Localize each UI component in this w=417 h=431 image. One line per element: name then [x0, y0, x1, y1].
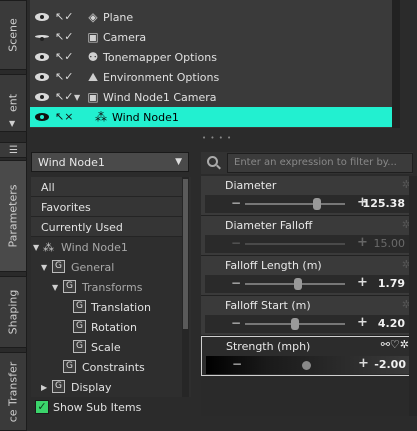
- param-slider[interactable]: − + 4.20: [205, 315, 409, 333]
- selectable-arrow-check-icon[interactable]: ↖✓: [55, 70, 73, 83]
- tree-item-display[interactable]: ▶ G Display: [31, 377, 183, 397]
- pane-splitter[interactable]: • • • •: [30, 132, 417, 142]
- tree-item-translation[interactable]: G Translation: [31, 297, 183, 317]
- param-slider[interactable]: − + 1.79: [205, 275, 409, 293]
- visibility-eye-icon[interactable]: [35, 113, 49, 121]
- property-group-tree: All Favorites Currently Used ▼ ⁂ Wind No…: [31, 177, 191, 397]
- tab-surface-transfer[interactable]: ce Transfer: [0, 352, 27, 431]
- expand-arrow-icon[interactable]: ▼: [74, 93, 80, 102]
- chevron-down-icon: ▼: [175, 157, 182, 167]
- param-slider[interactable]: − + 125.38: [205, 195, 409, 213]
- menu-icon: ☰: [9, 145, 18, 156]
- param-slider[interactable]: − + -2.00: [206, 356, 410, 374]
- expand-arrow-icon[interactable]: ▼: [41, 263, 47, 272]
- scene-row-environment[interactable]: ↖✓ ⛰ Environment Options: [30, 67, 400, 87]
- tab-menu[interactable]: ☰: [0, 142, 27, 158]
- plane-icon: ◈: [88, 10, 98, 24]
- decrement-button[interactable]: −: [231, 276, 241, 290]
- slider-track[interactable]: [245, 243, 345, 245]
- tree-item-currently-used[interactable]: Currently Used: [31, 217, 183, 237]
- search-icon[interactable]: [207, 156, 218, 167]
- expand-arrow-icon[interactable]: ▼: [33, 243, 39, 252]
- scene-row-wind-node[interactable]: ↖× ⁂ Wind Node1: [30, 107, 400, 127]
- visibility-closed-eye-icon[interactable]: [35, 35, 49, 41]
- selectable-arrow-x-icon[interactable]: ↖×: [55, 110, 73, 123]
- wind-node-icon: ⁂: [43, 241, 54, 254]
- tree-item-constraints[interactable]: G Constraints: [31, 357, 183, 377]
- tree-scrollbar[interactable]: [182, 177, 189, 397]
- selectable-arrow-check-icon[interactable]: ↖✓: [55, 50, 73, 63]
- selectable-arrow-check-icon[interactable]: ↖✓: [55, 30, 73, 43]
- param-strength: Strength (mph) ⚯♡✲ − + -2.00: [201, 336, 413, 376]
- param-diameter-falloff: Diameter Falloff ✲ − + 15.00: [201, 216, 413, 256]
- group-icon: G: [52, 380, 65, 393]
- tab-scene[interactable]: Scene: [0, 0, 27, 70]
- decrement-button[interactable]: −: [231, 316, 241, 330]
- splitter-grip-icon: • • • •: [202, 134, 233, 142]
- tree-item-all[interactable]: All: [31, 177, 183, 197]
- tree-item-rotation[interactable]: G Rotation: [31, 317, 183, 337]
- scene-row-camera[interactable]: ↖✓ ▣ Camera: [30, 27, 400, 47]
- camera-icon: ▣: [87, 90, 99, 104]
- tree-scrollbar-thumb[interactable]: [183, 179, 188, 329]
- group-icon: G: [63, 360, 76, 373]
- slider-track[interactable]: [245, 203, 345, 205]
- decrement-button[interactable]: −: [232, 357, 242, 371]
- checkbox-checked-icon[interactable]: ✓: [35, 400, 49, 414]
- visibility-eye-icon[interactable]: [35, 53, 49, 61]
- tab-parameters[interactable]: Parameters: [0, 160, 27, 272]
- collapse-arrow-icon: ▼: [9, 119, 16, 128]
- increment-button[interactable]: +: [358, 356, 369, 371]
- tonemapper-icon: ⚉: [87, 50, 99, 64]
- decrement-button[interactable]: −: [231, 196, 241, 210]
- camera-icon: ▣: [87, 30, 99, 44]
- selectable-arrow-check-icon[interactable]: ↖✓: [55, 90, 73, 103]
- scene-scrollbar[interactable]: [392, 0, 400, 128]
- filter-input[interactable]: Enter an expression to filter by...: [227, 153, 413, 173]
- expand-right-arrow-icon[interactable]: ▶: [41, 383, 47, 392]
- filter-bar: Enter an expression to filter by...: [201, 152, 413, 174]
- group-icon: G: [73, 340, 86, 353]
- scene-list: ↖✓ ◈ Plane ↖✓ ▣ Camera ↖✓ ⚉ Tonemapper O…: [30, 0, 400, 128]
- increment-button[interactable]: +: [357, 235, 368, 250]
- expand-arrow-icon[interactable]: ▼: [52, 283, 58, 292]
- visibility-eye-icon[interactable]: [35, 73, 49, 81]
- scene-row-plane[interactable]: ↖✓ ◈ Plane: [30, 7, 400, 27]
- tab-shaping[interactable]: Shaping: [0, 276, 27, 348]
- node-select-dropdown[interactable]: Wind Node1 ▼: [31, 152, 189, 172]
- parameter-list: Diameter ✲ − + 125.38 Diameter Falloff ✲…: [201, 176, 413, 416]
- group-icon: G: [73, 300, 86, 313]
- group-icon: G: [52, 260, 65, 273]
- scene-row-tonemapper[interactable]: ↖✓ ⚉ Tonemapper Options: [30, 47, 400, 67]
- link-favorite-gear-icons[interactable]: ⚯♡✲: [381, 338, 409, 351]
- visibility-eye-icon[interactable]: [35, 13, 49, 21]
- tree-item-scale[interactable]: G Scale: [31, 337, 183, 357]
- tree-item-general[interactable]: ▼ G General: [31, 257, 183, 277]
- slider-knob[interactable]: [313, 198, 321, 210]
- scene-row-wind-node-camera[interactable]: ↖✓ ▼ ▣ Wind Node1 Camera: [30, 87, 400, 107]
- group-icon: G: [73, 320, 86, 333]
- param-diameter: Diameter ✲ − + 125.38: [201, 176, 413, 216]
- increment-button[interactable]: +: [357, 315, 368, 330]
- slider-knob[interactable]: [302, 361, 311, 370]
- increment-button[interactable]: +: [357, 275, 368, 290]
- selectable-arrow-check-icon[interactable]: ↖✓: [55, 10, 73, 23]
- visibility-eye-icon[interactable]: [35, 93, 49, 101]
- group-icon: G: [63, 280, 76, 293]
- tree-item-node[interactable]: ▼ ⁂ Wind Node1: [31, 237, 183, 257]
- decrement-button[interactable]: −: [231, 236, 241, 250]
- param-falloff-start: Falloff Start (m) ✲ − + 4.20: [201, 296, 413, 336]
- tree-item-favorites[interactable]: Favorites: [31, 197, 183, 217]
- param-slider[interactable]: − + 15.00: [205, 235, 409, 253]
- slider-knob[interactable]: [294, 278, 302, 290]
- wind-node-icon: ⁂: [95, 110, 107, 124]
- slider-knob[interactable]: [291, 318, 299, 330]
- environment-icon: ⛰: [87, 70, 99, 84]
- show-sub-items-toggle[interactable]: ✓ Show Sub Items: [31, 398, 191, 418]
- param-falloff-length: Falloff Length (m) ✲ − + 1.79: [201, 256, 413, 296]
- tab-ent[interactable]: ent ▼: [0, 74, 27, 132]
- parameter-scrollbar[interactable]: [409, 176, 417, 416]
- side-tab-strip: Scene ent ▼ ☰ Parameters Shaping ce Trans…: [0, 0, 27, 431]
- tree-item-transforms[interactable]: ▼ G Transforms: [31, 277, 183, 297]
